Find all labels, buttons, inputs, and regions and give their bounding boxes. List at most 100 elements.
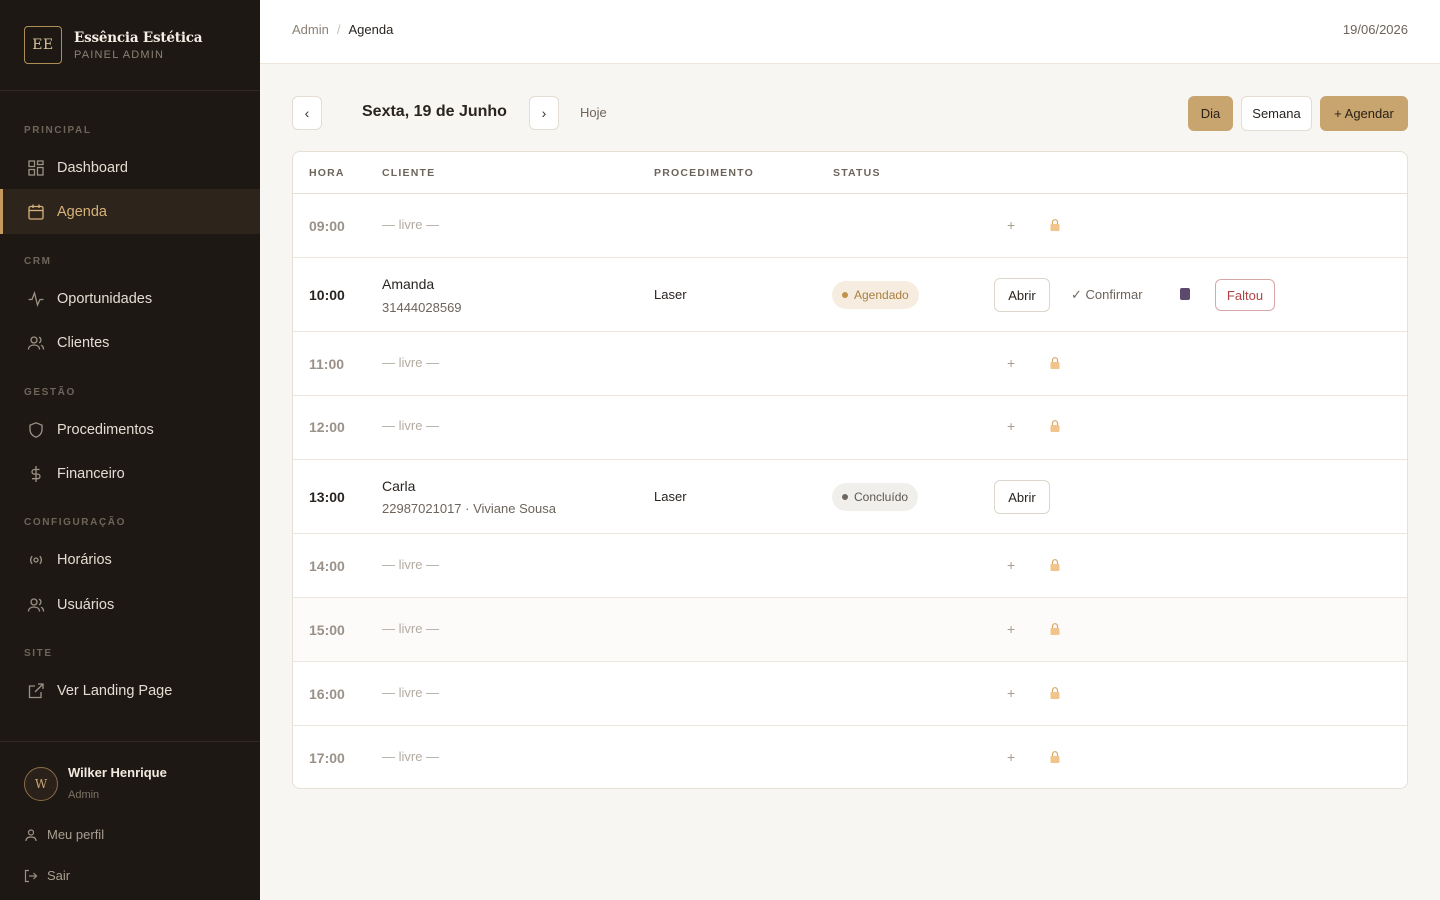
radio-icon xyxy=(27,551,45,569)
sidebar-item-oportunidades[interactable]: Oportunidades xyxy=(0,276,260,321)
client-phone: 22987021017 · Viviane Sousa xyxy=(382,501,556,516)
view-day-button[interactable]: Dia xyxy=(1188,96,1233,131)
add-slot-button[interactable]: + xyxy=(1007,355,1015,371)
breadcrumb-separator: / xyxy=(336,22,341,37)
sidebar-item-label: Oportunidades xyxy=(57,290,153,307)
topbar: Admin / Agenda 19/06/2026 xyxy=(260,0,1440,64)
user-icon xyxy=(24,828,38,842)
breadcrumb: Admin / Agenda xyxy=(292,22,393,37)
confirm-button[interactable]: ✓ Confirmar xyxy=(1071,287,1143,303)
free-slot-label: — livre — xyxy=(382,557,440,572)
sidebar-item-label: Usuários xyxy=(57,596,115,613)
external-link-icon xyxy=(27,682,45,700)
today-button[interactable]: Hoje xyxy=(580,105,607,120)
open-button[interactable]: Abrir xyxy=(994,278,1050,312)
sidebar-item-label: Financeiro xyxy=(57,465,125,482)
sidebar-item-agenda[interactable]: Agenda xyxy=(0,189,260,234)
add-slot-button[interactable]: + xyxy=(1007,217,1015,233)
add-appointment-button[interactable]: + Agendar xyxy=(1320,96,1408,131)
add-slot-button[interactable]: + xyxy=(1007,685,1015,701)
dollar-icon xyxy=(27,465,45,483)
row-time: 09:00 xyxy=(309,218,345,234)
sidebar-item-label: Clientes xyxy=(57,334,110,351)
lock-icon[interactable] xyxy=(1048,750,1062,764)
sidebar-item-label: Horários xyxy=(57,551,112,568)
sidebar-item-label: Dashboard xyxy=(57,159,128,176)
table-row: 10:00 Amanda 31444028569 Laser Agendado … xyxy=(293,258,1407,332)
no-show-button[interactable]: Faltou xyxy=(1215,279,1275,311)
table-row: 17:00 — livre — + xyxy=(293,726,1407,788)
sidebar-item-label: Agenda xyxy=(57,203,107,220)
users-icon xyxy=(27,334,45,352)
current-date: 19/06/2026 xyxy=(1342,22,1408,37)
table-header: HORA CLIENTE PROCEDIMENTO STATUS xyxy=(293,152,1407,194)
header-client: CLIENTE xyxy=(382,167,436,179)
lock-icon[interactable] xyxy=(1048,356,1062,370)
sidebar-item-procedimentos[interactable]: Procedimentos xyxy=(0,407,260,452)
shield-icon xyxy=(27,421,45,439)
free-slot-label: — livre — xyxy=(382,217,440,232)
table-row: 11:00 — livre — + xyxy=(293,332,1407,396)
grid-icon xyxy=(27,159,45,177)
activity-icon xyxy=(27,290,45,308)
logout-label: Sair xyxy=(47,868,71,883)
profile-link[interactable]: Meu perfil xyxy=(24,827,104,842)
table-row: 12:00 — livre — + xyxy=(293,396,1407,460)
client-name: Amanda xyxy=(382,276,435,292)
phone-icon[interactable] xyxy=(1180,288,1190,300)
open-button[interactable]: Abrir xyxy=(994,480,1050,514)
lock-icon[interactable] xyxy=(1048,419,1062,433)
sidebar: EE Essência Estética PAINEL ADMIN PRINCI… xyxy=(0,0,260,900)
procedure-name: Laser xyxy=(654,287,687,302)
lock-icon[interactable] xyxy=(1048,622,1062,636)
add-slot-button[interactable]: + xyxy=(1007,557,1015,573)
add-slot-button[interactable]: + xyxy=(1007,749,1015,765)
free-slot-label: — livre — xyxy=(382,355,440,370)
profile-label: Meu perfil xyxy=(47,827,105,842)
row-time: 17:00 xyxy=(309,750,345,766)
sidebar-item-horarios[interactable]: Horários xyxy=(0,537,260,582)
sidebar-item-financeiro[interactable]: Financeiro xyxy=(0,451,260,496)
row-time: 15:00 xyxy=(309,622,345,638)
breadcrumb-current: Agenda xyxy=(348,22,394,37)
status-label: Agendado xyxy=(854,288,909,302)
breadcrumb-root[interactable]: Admin xyxy=(292,22,329,37)
table-row: 09:00 — livre — + xyxy=(293,194,1407,258)
sidebar-item-dashboard[interactable]: Dashboard xyxy=(0,145,260,190)
add-slot-button[interactable]: + xyxy=(1007,621,1015,637)
status-badge: Agendado xyxy=(832,281,919,309)
sidebar-item-landing-page[interactable]: Ver Landing Page xyxy=(0,668,260,713)
lock-icon[interactable] xyxy=(1048,686,1062,700)
logout-icon xyxy=(24,869,38,883)
day-title: Sexta, 19 de Junho xyxy=(362,103,507,120)
lock-icon[interactable] xyxy=(1048,218,1062,232)
section-configuracao: CONFIGURAÇÃO xyxy=(24,517,126,528)
brand-subtitle: PAINEL ADMIN xyxy=(74,48,165,61)
sidebar-item-clientes[interactable]: Clientes xyxy=(0,320,260,365)
row-time: 11:00 xyxy=(309,356,345,372)
sidebar-item-label: Procedimentos xyxy=(57,421,154,438)
brand-name: Essência Estética xyxy=(74,29,203,46)
add-slot-button[interactable]: + xyxy=(1007,418,1015,434)
agenda-table: HORA CLIENTE PROCEDIMENTO STATUS 09:00 —… xyxy=(292,151,1408,789)
sidebar-item-usuarios[interactable]: Usuários xyxy=(0,582,260,627)
lock-icon[interactable] xyxy=(1048,558,1062,572)
free-slot-label: — livre — xyxy=(382,749,440,764)
table-row: 14:00 — livre — + xyxy=(293,534,1407,598)
view-week-button[interactable]: Semana xyxy=(1241,96,1312,131)
row-time: 10:00 xyxy=(309,287,345,303)
row-time: 12:00 xyxy=(309,419,345,435)
free-slot-label: — livre — xyxy=(382,621,440,636)
table-row: 15:00 — livre — + xyxy=(293,598,1407,662)
user-role: Admin xyxy=(68,789,100,801)
users-icon xyxy=(27,596,45,614)
table-row: 16:00 — livre — + xyxy=(293,662,1407,726)
next-day-button[interactable]: › xyxy=(529,96,559,130)
prev-day-button[interactable]: ‹ xyxy=(292,96,322,130)
header-time: HORA xyxy=(309,167,345,179)
calendar-icon xyxy=(27,203,45,221)
user-name: Wilker Henrique xyxy=(68,765,167,780)
brand-logo: EE xyxy=(24,26,62,64)
client-phone: 31444028569 xyxy=(382,300,462,315)
logout-link[interactable]: Sair xyxy=(24,868,70,883)
